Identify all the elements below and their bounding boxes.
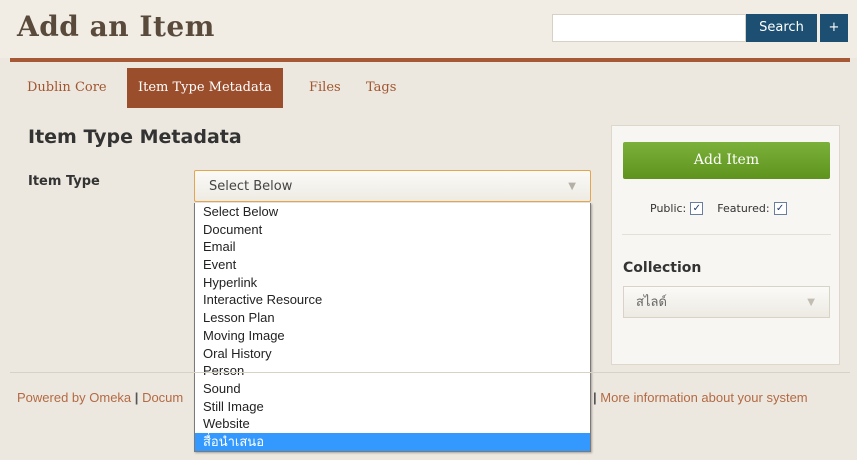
footer-divider — [10, 372, 850, 373]
dropdown-option[interactable]: Still Image — [195, 398, 590, 416]
visibility-options: Public: ✓ Featured: ✓ — [650, 202, 787, 215]
dropdown-option[interactable]: Select Below — [195, 203, 590, 221]
add-item-button[interactable]: Add Item — [623, 142, 830, 179]
dropdown-option[interactable]: Event — [195, 256, 590, 274]
dropdown-option[interactable]: Lesson Plan — [195, 309, 590, 327]
collection-label: Collection — [623, 260, 702, 276]
dropdown-option[interactable]: Document — [195, 221, 590, 239]
more-info-link[interactable]: More information about your system — [600, 390, 807, 405]
item-type-label: Item Type — [28, 174, 100, 189]
dropdown-option[interactable]: Website — [195, 415, 590, 433]
page-header: Add an Item Search + — [0, 0, 857, 58]
dropdown-option-highlighted[interactable]: สื่อนำเสนอ — [195, 432, 590, 451]
search-input[interactable] — [552, 14, 746, 42]
item-type-select[interactable]: Select Below ▼ — [194, 170, 591, 202]
public-label: Public: — [650, 202, 687, 215]
tab-item-type-metadata[interactable]: Item Type Metadata — [127, 68, 283, 108]
chevron-down-icon: ▼ — [807, 297, 815, 308]
header-divider — [10, 58, 850, 62]
public-checkbox[interactable]: ✓ — [690, 202, 704, 215]
footer-more-info: | More information about your system — [593, 390, 808, 405]
footer-separator: | — [134, 390, 139, 405]
dropdown-option[interactable]: Hyperlink — [195, 274, 590, 292]
collection-selected-value: สไลด์ — [636, 295, 667, 310]
save-panel: Add Item Public: ✓ Featured: ✓ Collectio… — [611, 125, 840, 365]
chevron-down-icon: ▼ — [568, 181, 576, 192]
dropdown-option[interactable]: Oral History — [195, 345, 590, 363]
advanced-search-button[interactable]: + — [820, 14, 848, 42]
tab-files[interactable]: Files — [309, 68, 341, 108]
page-title: Add an Item — [17, 10, 215, 43]
dropdown-option[interactable]: Email — [195, 238, 590, 256]
dropdown-option[interactable]: Interactive Resource — [195, 291, 590, 309]
footer-separator: | — [593, 390, 597, 405]
tab-dublin-core[interactable]: Dublin Core — [27, 68, 107, 108]
item-type-selected-value: Select Below — [209, 179, 293, 194]
dropdown-option[interactable]: Moving Image — [195, 327, 590, 345]
featured-checkbox[interactable]: ✓ — [773, 202, 787, 215]
collection-select[interactable]: สไลด์ ▼ — [623, 286, 830, 318]
featured-label: Featured: — [717, 202, 770, 215]
documentation-link[interactable]: Docum — [142, 390, 183, 405]
footer-links: Powered by Omeka | Docum — [17, 390, 183, 405]
section-title: Item Type Metadata — [28, 126, 242, 148]
panel-divider — [622, 234, 831, 235]
item-type-dropdown-list[interactable]: Select Below Document Email Event Hyperl… — [194, 203, 591, 452]
powered-by-omeka-link[interactable]: Powered by Omeka — [17, 390, 131, 405]
search-button[interactable]: Search — [746, 14, 817, 42]
tab-tags[interactable]: Tags — [366, 68, 396, 108]
dropdown-option[interactable]: Sound — [195, 380, 590, 398]
